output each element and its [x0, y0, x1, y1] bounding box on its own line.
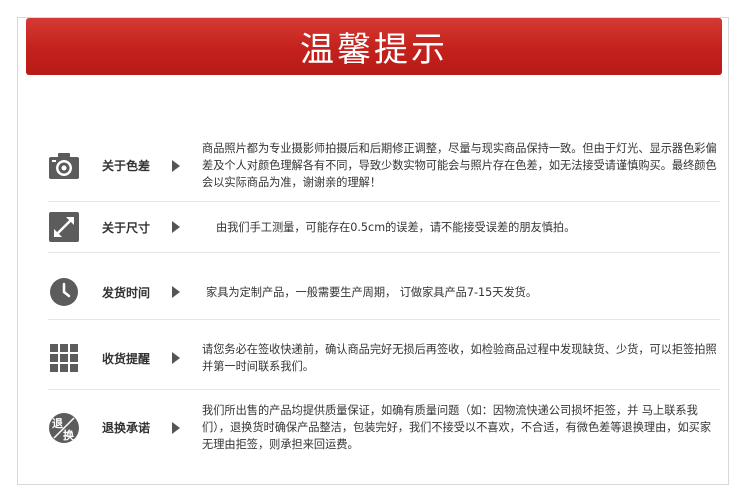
row-description: 我们所出售的产品均提供质量保证，如确有质量问题（如：因物流快递公司损坏拒签，并 …: [202, 404, 712, 451]
divider: [48, 252, 720, 253]
divider: [48, 389, 720, 390]
info-row-returns: 退 换 退换承诺 我们所出售的产品均提供质量保证，如确有质量问题（如：因物流快递…: [48, 402, 720, 453]
row-description: 请您务必在签收快递前，确认商品完好无损后再签收，如检验商品过程中发现缺货、少货，…: [202, 343, 717, 373]
arrow-right-icon: [172, 159, 188, 172]
info-row-size: 关于尺寸 由我们手工测量，可能存在0.5cm的误差，请不能接受误差的朋友慎拍。: [48, 211, 720, 243]
clock-icon: [48, 276, 80, 308]
grid-icon: [48, 342, 80, 374]
row-description: 由我们手工测量，可能存在0.5cm的误差，请不能接受误差的朋友慎拍。: [216, 220, 576, 234]
row-label: 发货时间: [102, 285, 151, 300]
resize-arrow-icon: [48, 211, 80, 243]
row-label: 退换承诺: [102, 421, 151, 435]
arrow-right-icon: [172, 352, 188, 364]
arrow-right-icon: [172, 286, 188, 298]
row-label: 收货提醒: [102, 351, 151, 366]
row-description: 家具为定制产品，一般需要生产周期， 订做家具产品7-15天发货。: [206, 285, 538, 299]
return-exchange-icon: 退 换: [48, 412, 80, 444]
info-row-color: 关于色差 商品照片都为专业摄影师拍摄后和后期修正调整，尽量与现实商品保持一致。但…: [48, 140, 720, 191]
exchange-char: 换: [63, 428, 74, 442]
return-char: 退: [52, 416, 63, 430]
row-label: 关于尺寸: [102, 220, 151, 235]
arrow-right-icon: [172, 221, 188, 233]
row-description: 商品照片都为专业摄影师拍摄后和后期修正调整，尽量与现实商品保持一致。但由于灯光、…: [202, 142, 717, 189]
divider: [48, 201, 720, 202]
banner-title: 温馨提示: [300, 30, 448, 70]
camera-icon: [48, 150, 80, 182]
info-row-delivery: 发货时间 家具为定制产品，一般需要生产周期， 订做家具产品7-15天发货。: [48, 276, 720, 308]
arrow-right-icon: [172, 421, 188, 434]
divider: [48, 319, 720, 320]
info-row-receiving: 收货提醒 请您务必在签收快递前，确认商品完好无损后再签收，如检验商品过程中发现缺…: [48, 341, 720, 375]
header-banner: 温馨提示: [26, 18, 722, 75]
row-label: 关于色差: [102, 159, 151, 173]
